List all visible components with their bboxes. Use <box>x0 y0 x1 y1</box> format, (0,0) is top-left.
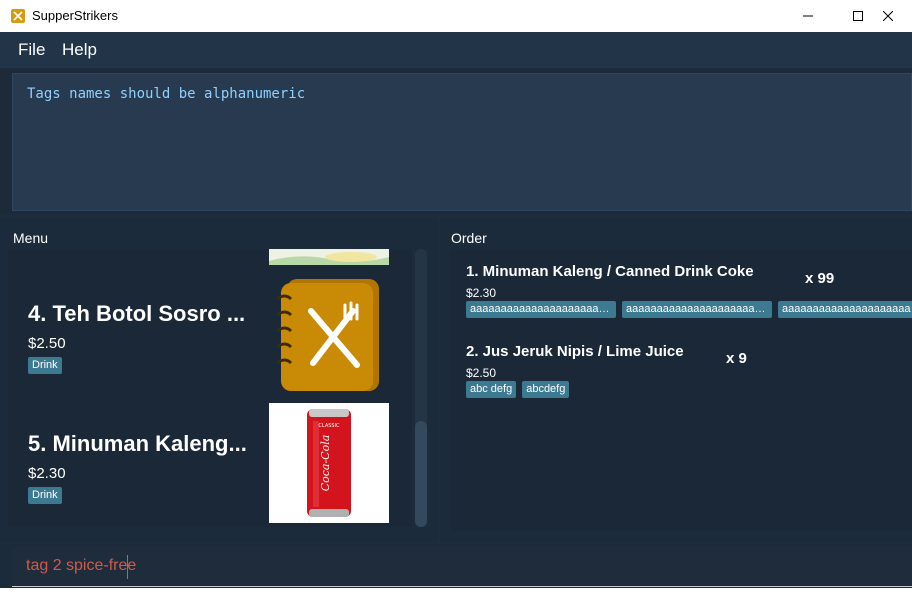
menu-card[interactable]: 4. Teh Botol Sosro ... $2.50 Drink <box>8 273 412 403</box>
order-panel: Order 1. Minuman Kaleng / Canned Drink C… <box>440 217 912 543</box>
menu-file[interactable]: File <box>18 40 45 60</box>
menu-bar: File Help <box>0 32 912 68</box>
svg-text:Coca-Cola: Coca-Cola <box>319 435 332 492</box>
coca-cola-can-icon: CLASSIC Coca-Cola <box>269 403 389 523</box>
result-display-container: Tags names should be alphanumeric <box>0 69 912 215</box>
window-bottom-edge <box>0 588 912 608</box>
app-logo-icon <box>11 9 25 23</box>
menu-item-title: 5. Minuman Kaleng... <box>28 431 247 456</box>
order-item-price: $2.30 <box>466 286 497 300</box>
result-message: Tags names should be alphanumeric <box>27 86 306 102</box>
order-item-quantity: x 9 <box>726 350 747 367</box>
menu-heading: Menu <box>13 230 49 246</box>
menu-item-tag: Drink <box>28 487 62 504</box>
order-item-title: 1. Minuman Kaleng / Canned Drink Coke <box>466 263 754 280</box>
order-item-tag: abc defg <box>466 381 517 398</box>
previous-item-image <box>269 249 389 265</box>
menu-scrollbar[interactable] <box>412 249 430 529</box>
close-icon <box>883 11 893 21</box>
order-item-quantity: x 99 <box>805 270 835 287</box>
maximize-icon <box>853 11 863 21</box>
order-list[interactable]: 1. Minuman Kaleng / Canned Drink Coke x … <box>450 249 912 531</box>
order-item-tags: abc defg abcdefg <box>466 381 575 400</box>
menu-panel: Menu 4. Teh Botol Sosro ... $2.50 Drink <box>0 217 438 543</box>
text-caret <box>127 555 128 579</box>
order-item-tag: aaaaaaaaaaaaaaaaaaaaaaaa... <box>622 301 772 318</box>
svg-text:CLASSIC: CLASSIC <box>318 423 340 429</box>
result-display: Tags names should be alphanumeric <box>12 73 912 211</box>
order-card[interactable]: 2. Jus Jeruk Nipis / Lime Juice x 9 $2.5… <box>450 329 912 409</box>
command-text[interactable]: tag 2 spice-free <box>26 557 136 575</box>
menu-list[interactable]: 4. Teh Botol Sosro ... $2.50 Drink 5. Mi… <box>8 249 412 527</box>
main-window: File Help Tags names should be alphanume… <box>0 32 912 608</box>
menu-item-price: $2.30 <box>28 465 66 482</box>
order-heading: Order <box>451 230 487 246</box>
menu-item-title: 4. Teh Botol Sosro ... <box>28 301 246 326</box>
menu-item-image <box>269 273 389 395</box>
menu-item-tag: Drink <box>28 357 62 374</box>
order-card[interactable]: 1. Minuman Kaleng / Canned Drink Coke x … <box>450 249 912 329</box>
order-item-tag: aaaaaaaaaaaaaaaaaaaaaaaa... <box>466 301 616 318</box>
menu-item-price: $2.50 <box>28 335 66 352</box>
window-title: SupperStrikers <box>32 8 118 23</box>
minimize-button[interactable] <box>785 0 831 32</box>
scrollbar-thumb[interactable] <box>415 421 427 527</box>
command-input-field[interactable]: tag 2 spice-free <box>12 547 912 587</box>
close-button[interactable] <box>865 0 911 32</box>
menu-item-image: CLASSIC Coca-Cola <box>269 403 389 523</box>
order-item-tags: aaaaaaaaaaaaaaaaaaaaaaaa... aaaaaaaaaaaaa… <box>466 301 912 320</box>
order-item-price: $2.50 <box>466 366 497 380</box>
minimize-icon <box>803 15 813 17</box>
food-plate-icon <box>269 249 389 265</box>
order-item-tag: aaaaaaaaaaaaaaaaaaaaaaaa... <box>778 301 912 318</box>
menu-help[interactable]: Help <box>62 40 97 60</box>
menu-card[interactable]: 5. Minuman Kaleng... $2.30 Drink CLASSIC… <box>8 403 412 527</box>
title-bar: SupperStrikers <box>0 0 912 32</box>
order-item-title: 2. Jus Jeruk Nipis / Lime Juice <box>466 343 684 360</box>
menu-book-icon <box>276 279 379 391</box>
order-item-tag: abcdefg <box>522 381 570 398</box>
